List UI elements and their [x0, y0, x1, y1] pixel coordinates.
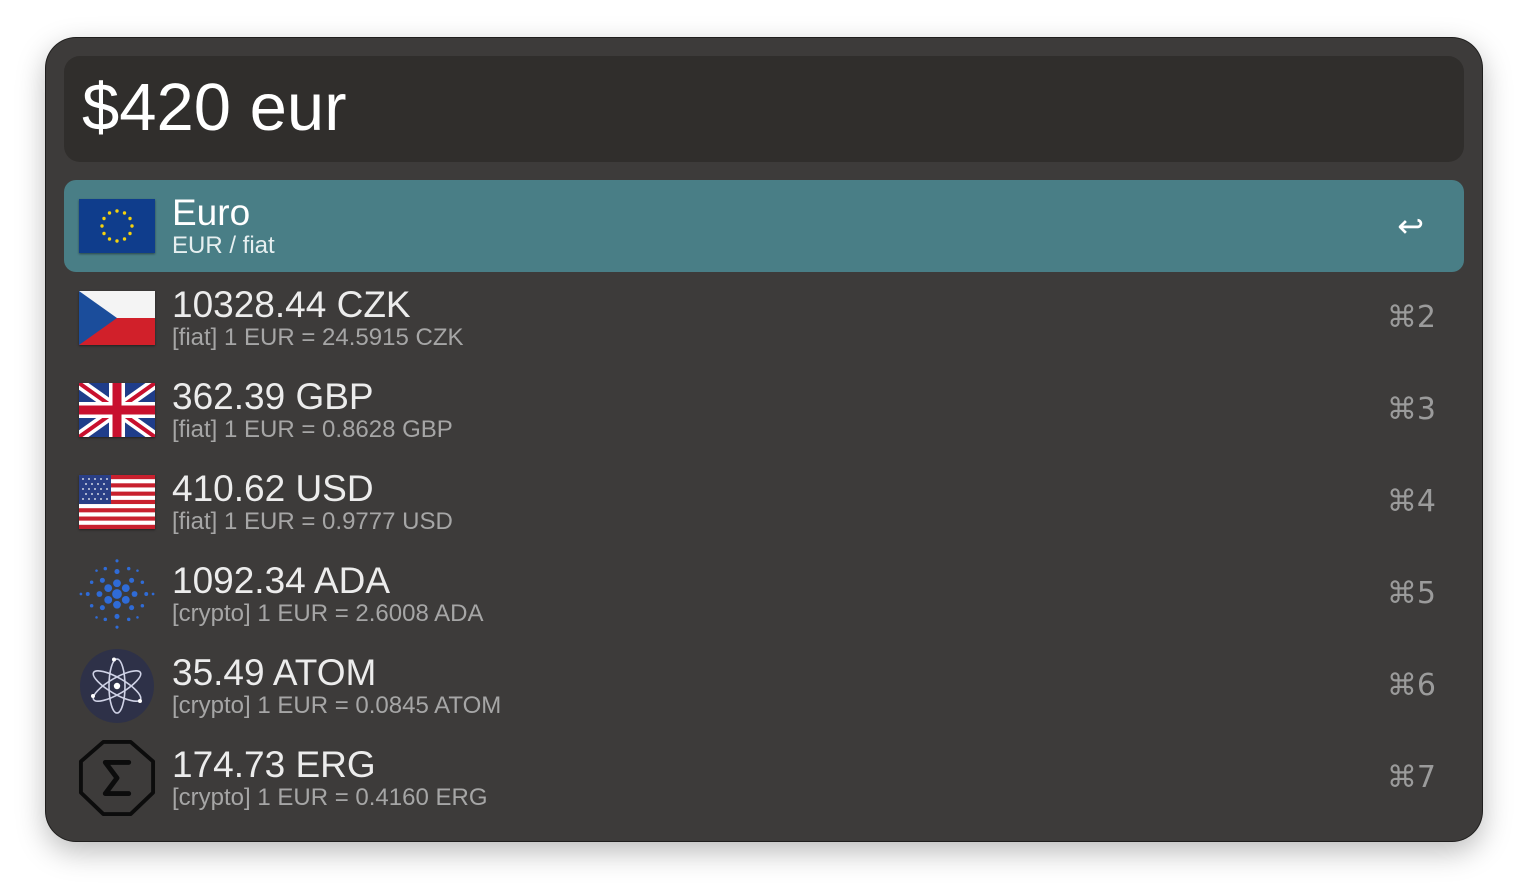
converter-window: Euro EUR / fiat ↩ 10328.44 CZK [fiat] 1 …: [46, 38, 1482, 841]
cardano-icon: [78, 559, 156, 629]
uk-flag-icon: [78, 379, 156, 441]
query-input[interactable]: [82, 68, 1442, 148]
results-list: Euro EUR / fiat ↩ 10328.44 CZK [fiat] 1 …: [64, 180, 1464, 824]
result-title: 174.73 ERG: [172, 744, 376, 785]
result-title: 35.49 ATOM: [172, 652, 377, 693]
result-row-usd[interactable]: 410.62 USD [fiat] 1 EUR = 0.9777 USD ⌘4: [64, 456, 1464, 548]
result-subtitle: [fiat] 1 EUR = 24.5915 CZK: [172, 324, 464, 351]
result-subtitle: [fiat] 1 EUR = 0.9777 USD: [172, 508, 453, 535]
shortcut-label: ⌘4: [1386, 484, 1436, 519]
result-row-atom[interactable]: 35.49 ATOM [crypto] 1 EUR = 0.0845 ATOM …: [64, 640, 1464, 732]
result-subtitle: EUR / fiat: [172, 232, 275, 259]
result-subtitle: [crypto] 1 EUR = 2.6008 ADA: [172, 600, 484, 627]
cosmos-atom-icon: [78, 649, 156, 723]
result-row-gbp[interactable]: 362.39 GBP [fiat] 1 EUR = 0.8628 GBP ⌘3: [64, 364, 1464, 456]
return-key-icon: ↩: [1397, 207, 1424, 245]
result-title: 10328.44 CZK: [172, 284, 411, 325]
shortcut-label: ⌘3: [1386, 392, 1436, 427]
result-row-erg[interactable]: 174.73 ERG [crypto] 1 EUR = 0.4160 ERG ⌘…: [64, 732, 1464, 824]
result-title: 1092.34 ADA: [172, 560, 391, 601]
result-subtitle: [crypto] 1 EUR = 0.0845 ATOM: [172, 692, 502, 719]
result-subtitle: [fiat] 1 EUR = 0.8628 GBP: [172, 416, 453, 443]
shortcut-label: ⌘2: [1386, 300, 1436, 335]
ergo-icon: [78, 739, 156, 817]
result-subtitle: [crypto] 1 EUR = 0.4160 ERG: [172, 784, 488, 811]
eu-flag-icon: [78, 195, 156, 257]
query-bar: [64, 56, 1464, 162]
shortcut-label: ⌘7: [1386, 760, 1436, 795]
result-row-ada[interactable]: 1092.34 ADA [crypto] 1 EUR = 2.6008 ADA …: [64, 548, 1464, 640]
result-row-euro[interactable]: Euro EUR / fiat ↩: [64, 180, 1464, 272]
czech-flag-icon: [78, 287, 156, 349]
us-flag-icon: [78, 471, 156, 533]
result-row-czk[interactable]: 10328.44 CZK [fiat] 1 EUR = 24.5915 CZK …: [64, 272, 1464, 364]
result-title: 410.62 USD: [172, 468, 374, 509]
result-title: Euro: [172, 192, 251, 233]
result-title: 362.39 GBP: [172, 376, 374, 417]
shortcut-label: ⌘6: [1386, 668, 1436, 703]
shortcut-label: ⌘5: [1386, 576, 1436, 611]
